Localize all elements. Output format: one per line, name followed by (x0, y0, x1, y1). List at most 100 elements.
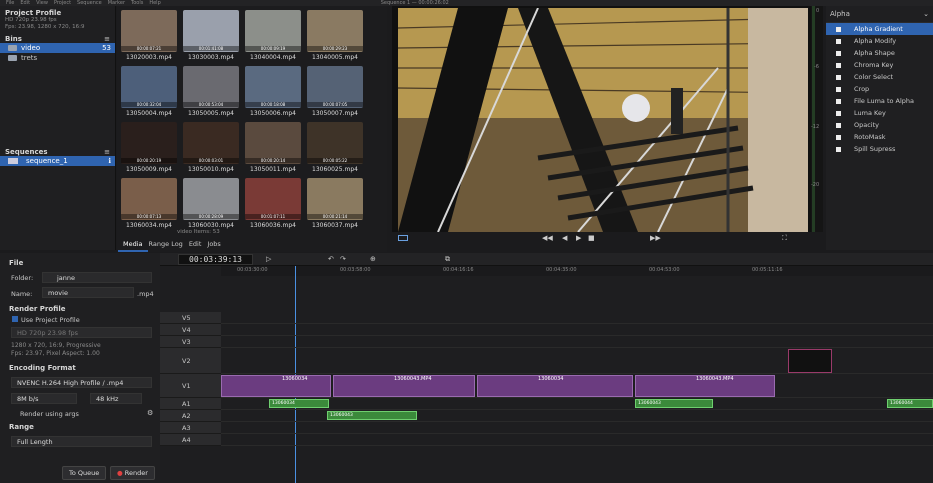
bins-menu-icon[interactable]: ≡ (104, 35, 110, 43)
prev-frame-icon[interactable]: ◀◀ (542, 234, 553, 242)
media-clip[interactable]: 00:00:03:01 13050010.mp4 (183, 122, 239, 176)
effect-item[interactable]: Spill Supress (826, 143, 933, 155)
render-args-label[interactable]: Render using args (20, 410, 79, 418)
clip-thumbnail: 00:00:09:19 (245, 10, 301, 52)
clip-thumbnail: 00:00:32:04 (121, 66, 177, 108)
track-header-a4[interactable]: A4 (160, 434, 221, 446)
audio-clip[interactable]: 13060043 (327, 411, 417, 420)
gear-icon[interactable]: ⚙ (147, 409, 153, 417)
track-lane-v3[interactable] (221, 336, 933, 348)
audio-clip[interactable]: 13060043 (635, 399, 713, 408)
audio-clip[interactable]: 13060044 (887, 399, 933, 408)
effect-item[interactable]: Color Select (826, 71, 933, 83)
effect-item[interactable]: Alpha Shape (826, 47, 933, 59)
effect-item[interactable]: RotoMask (826, 131, 933, 143)
media-clip[interactable]: 00:00:18:08 13050006.mp4 (245, 66, 301, 120)
fullscreen-icon[interactable]: ⛶ (782, 234, 787, 243)
media-clip[interactable]: 00:00:28:09 13060030.mp4 (183, 178, 239, 232)
clip-thumbnail: 00:01:41:08 (183, 10, 239, 52)
v2-clip[interactable] (788, 349, 832, 373)
timecode-display[interactable]: 00:03:39:13 (178, 254, 253, 265)
clip-thumbnail: 00:00:03:01 (183, 122, 239, 164)
project-profile-title: Project Profile (5, 9, 62, 17)
media-clip[interactable]: 00:00:07:21 13020003.mp4 (121, 10, 177, 64)
view-mode-icon[interactable] (398, 235, 408, 241)
video-clip[interactable]: 13060034 (477, 375, 633, 397)
encoder-select[interactable]: NVENC H.264 High Profile / .mp4 (11, 377, 152, 388)
play-icon[interactable]: ▶ (576, 234, 581, 242)
sequence-info-icon[interactable]: ℹ (108, 156, 111, 166)
media-clip[interactable]: 00:01:41:08 13030003.mp4 (183, 10, 239, 64)
media-clip[interactable]: 00:00:05:22 13060025.mp4 (307, 122, 363, 176)
audio-clip[interactable]: 13060034 (269, 399, 329, 408)
track-header-v1[interactable]: V1 (160, 374, 221, 398)
effect-item[interactable]: Opacity (826, 119, 933, 131)
media-clip[interactable]: 00:00:09:19 13040004.mp4 (245, 10, 301, 64)
track-lane-v5[interactable] (221, 312, 933, 324)
render-button[interactable]: ● Render (110, 466, 155, 480)
bitrate-select[interactable]: 8M b/s (11, 393, 77, 404)
video-clip[interactable]: 13060043.MP4 (333, 375, 475, 397)
track-header-v3[interactable]: V3 (160, 336, 221, 348)
clip-name: 13050005.mp4 (188, 110, 234, 117)
sequences-menu-icon[interactable]: ≡ (104, 148, 110, 156)
step-back-icon[interactable]: ◀ (562, 234, 567, 242)
media-clip[interactable]: 00:00:21:14 13060037.mp4 (307, 178, 363, 232)
media-clip[interactable]: 00:00:53:04 13050005.mp4 (183, 66, 239, 120)
track-lane-a3[interactable] (221, 422, 933, 434)
effect-item[interactable]: Alpha Modify (826, 35, 933, 47)
video-clip[interactable]: 13060043.MP4 (635, 375, 775, 397)
add-track-icon[interactable]: ⊕ (370, 255, 376, 263)
effect-icon (836, 50, 841, 56)
effect-icon (836, 122, 841, 128)
media-clip[interactable]: 00:00:07:13 13060034.mp4 (121, 178, 177, 232)
stop-icon[interactable]: ■ (588, 234, 595, 242)
tab-range-log[interactable]: Range Log (149, 240, 183, 248)
track-lane-v4[interactable] (221, 324, 933, 336)
media-clip[interactable]: 00:00:29:23 13040005.mp4 (307, 10, 363, 64)
media-clip[interactable]: 00:00:32:04 13050004.mp4 (121, 66, 177, 120)
range-select[interactable]: Full Length (11, 436, 152, 447)
bottom-tabs[interactable]: Media Range Log Edit Jobs (117, 240, 387, 252)
bin-item-trets[interactable]: trets (0, 53, 115, 63)
tab-edit[interactable]: Edit (189, 240, 202, 248)
track-header-v5[interactable]: V5 (160, 312, 221, 324)
snap-icon[interactable]: ⧉ (445, 255, 450, 264)
next-frame-icon[interactable]: ▶▶ (650, 234, 661, 242)
to-queue-button[interactable]: To Queue (62, 466, 107, 480)
chevron-down-icon[interactable]: ⌄ (923, 10, 929, 18)
track-header-v2[interactable]: V2 (160, 348, 221, 374)
viewer-image[interactable] (398, 8, 808, 232)
effect-item[interactable]: Crop (826, 83, 933, 95)
samplerate-select[interactable]: 48 kHz (90, 393, 142, 404)
track-lane-a4[interactable] (221, 434, 933, 446)
track-header-v4[interactable]: V4 (160, 324, 221, 336)
sequence-item[interactable]: sequence_1 ℹ (0, 156, 115, 166)
name-input[interactable]: movie (42, 287, 134, 298)
effect-item[interactable]: Luma Key (826, 107, 933, 119)
tab-media[interactable]: Media (123, 240, 143, 248)
effect-item[interactable]: File Luma to Alpha (826, 95, 933, 107)
media-clip[interactable]: 00:00:20:19 13050009.mp4 (121, 122, 177, 176)
bin-item-video[interactable]: video 53 (0, 43, 115, 53)
track-header-a1[interactable]: A1 (160, 398, 221, 410)
profile-select[interactable]: HD 720p 23.98 fps (11, 327, 152, 338)
track-header-a2[interactable]: A2 (160, 410, 221, 422)
undo-icon[interactable]: ↶ (328, 255, 334, 263)
redo-icon[interactable]: ↷ (340, 255, 346, 263)
use-project-checkbox[interactable] (12, 316, 18, 322)
effect-item[interactable]: Chroma Key (826, 59, 933, 71)
folder-select[interactable]: janne (42, 272, 152, 283)
media-clip[interactable]: 00:00:07:05 13050007.mp4 (307, 66, 363, 120)
tab-jobs[interactable]: Jobs (207, 240, 220, 248)
encoding-title: Encoding Format (9, 364, 76, 372)
effect-item[interactable]: Alpha Gradient (826, 23, 933, 35)
select-tool-icon[interactable]: ▷ (266, 255, 271, 263)
video-clip[interactable]: 13060034 (221, 375, 331, 397)
timeline-ruler[interactable]: 00:03:30:00 00:03:58:00 00:04:16:16 00:04:3… (221, 266, 933, 276)
media-clip[interactable]: 00:01:07:11 13060036.mp4 (245, 178, 301, 232)
media-clip[interactable]: 00:00:20:14 13050011.mp4 (245, 122, 301, 176)
track-header-a3[interactable]: A3 (160, 422, 221, 434)
effects-category[interactable]: Alpha (830, 10, 850, 18)
extension-label: .mp4 (137, 290, 154, 298)
